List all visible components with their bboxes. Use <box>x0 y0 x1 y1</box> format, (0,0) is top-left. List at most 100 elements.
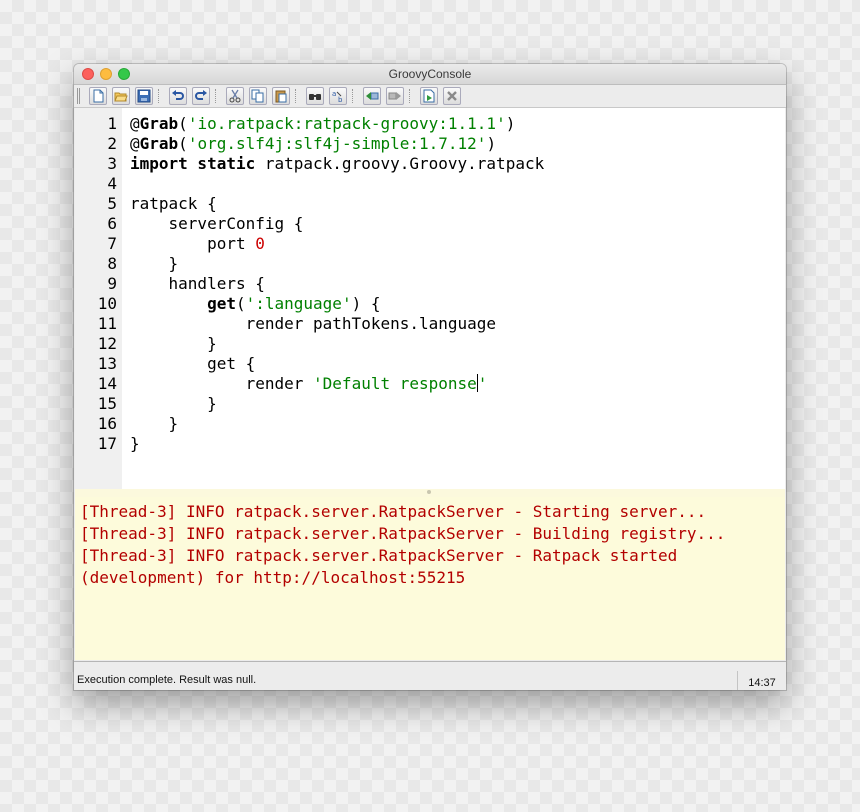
code-text[interactable]: @Grab('org.slf4j:slf4j-simple:1.7.12') <box>130 134 496 154</box>
undo-icon[interactable] <box>169 87 187 105</box>
toolbar-grip[interactable] <box>77 88 80 104</box>
output-line: [Thread-3] INFO ratpack.server.RatpackSe… <box>80 524 726 543</box>
redo-icon[interactable] <box>192 87 210 105</box>
save-file-icon[interactable] <box>135 87 153 105</box>
script-editor[interactable]: 1 @Grab('io.ratpack:ratpack-groovy:1.1.1'… <box>75 108 785 489</box>
code-text[interactable]: } <box>130 434 140 454</box>
line-number: 2 <box>107 134 117 153</box>
code-text[interactable]: render 'Default response' <box>130 374 487 394</box>
code-line: 17} <box>75 434 785 454</box>
code-line: 10 get(':language') { <box>75 294 785 314</box>
code-token: Grab <box>139 134 179 153</box>
line-number: 1 <box>107 114 117 133</box>
paste-icon[interactable] <box>272 87 290 105</box>
code-line: 4 <box>75 174 785 194</box>
splitter-handle-icon[interactable] <box>427 490 431 494</box>
open-file-icon[interactable] <box>112 87 130 105</box>
code-text[interactable]: ratpack { <box>130 194 217 214</box>
output-line: [Thread-3] INFO ratpack.server.RatpackSe… <box>80 546 678 565</box>
code-text[interactable]: } <box>130 414 179 434</box>
code-line: 16 } <box>75 414 785 434</box>
status-message: Execution complete. Result was null. <box>77 674 257 686</box>
line-number: 3 <box>107 154 117 173</box>
code-text[interactable]: serverConfig { <box>130 214 304 234</box>
find-icon[interactable] <box>306 87 324 105</box>
code-token: ( <box>178 134 188 153</box>
code-token: get { <box>130 354 256 373</box>
code-text[interactable]: handlers { <box>130 274 265 294</box>
code-line: 8 } <box>75 254 785 274</box>
code-line: 7 port 0 <box>75 234 785 254</box>
code-token: } <box>130 414 179 433</box>
history-next-icon[interactable] <box>386 87 404 105</box>
code-line: 12 } <box>75 334 785 354</box>
code-text[interactable]: } <box>130 334 217 354</box>
toolbar-separator <box>158 89 159 103</box>
toolbar-separator <box>215 89 216 103</box>
code-text[interactable]: get(':language') { <box>130 294 380 314</box>
line-number: 10 <box>97 294 117 313</box>
code-token: Grab <box>139 114 179 133</box>
toolbar-separator <box>409 89 410 103</box>
code-line: 3 import static ratpack.groovy.Groovy.rat… <box>75 154 785 174</box>
code-line: 15 } <box>75 394 785 414</box>
code-text[interactable]: port 0 <box>130 234 265 254</box>
code-line: 1 @Grab('io.ratpack:ratpack-groovy:1.1.1'… <box>75 114 785 134</box>
line-number: 6 <box>107 214 117 233</box>
code-token: } <box>130 434 140 453</box>
toolbar: ab <box>74 85 786 108</box>
line-number: 4 <box>107 174 117 193</box>
run-script-icon[interactable] <box>420 87 438 105</box>
code-token: ( <box>235 294 246 313</box>
line-number: 12 <box>97 334 117 353</box>
code-token: serverConfig { <box>130 214 304 233</box>
line-number: 5 <box>107 194 117 213</box>
code-text[interactable]: get { <box>130 354 255 374</box>
code-text[interactable]: } <box>130 394 217 414</box>
line-number: 15 <box>97 394 117 413</box>
code-token: @ <box>130 134 140 153</box>
code-token: ' <box>477 374 488 393</box>
line-number: 11 <box>97 314 117 333</box>
code-token: } <box>130 254 179 273</box>
replace-icon[interactable]: ab <box>329 87 347 105</box>
history-prev-icon[interactable] <box>363 87 381 105</box>
code-token: render <box>130 374 314 393</box>
code-token: ':language' <box>245 294 352 313</box>
copy-icon[interactable] <box>249 87 267 105</box>
code-line: 9 handlers { <box>75 274 785 294</box>
code-token: } <box>130 394 217 413</box>
groovy-console-window: GroovyConsole a b 1 @Grab('io.ratpack:ra… <box>74 64 786 690</box>
code-token: ) <box>486 134 497 153</box>
code-token: } <box>130 334 217 353</box>
line-number: 14 <box>97 374 117 393</box>
caret-position: 14:37 <box>737 671 786 690</box>
output-line: [Thread-3] INFO ratpack.server.RatpackSe… <box>80 502 707 521</box>
code-text[interactable]: import static ratpack.groovy.Groovy.ratp… <box>130 154 544 174</box>
line-number: 8 <box>107 254 117 273</box>
toolbar-separator <box>352 89 353 103</box>
line-number: 7 <box>107 234 117 253</box>
cut-icon[interactable] <box>226 87 244 105</box>
code-token: handlers { <box>130 274 265 293</box>
interrupt-icon[interactable] <box>443 87 461 105</box>
window-title: GroovyConsole <box>388 67 472 81</box>
code-token: render pathTokens.language <box>130 314 497 333</box>
new-file-icon[interactable] <box>89 87 107 105</box>
code-text[interactable]: @Grab('io.ratpack:ratpack-groovy:1.1.1') <box>130 114 515 134</box>
output-pane[interactable]: [Thread-3] INFO ratpack.server.RatpackSe… <box>75 497 785 660</box>
pane-splitter[interactable] <box>75 489 785 497</box>
code-token: ratpack { <box>130 194 217 213</box>
code-token: import static <box>130 154 256 173</box>
code-token: ( <box>178 114 188 133</box>
code-text[interactable]: render pathTokens.language <box>130 314 496 334</box>
code-token: @ <box>130 114 140 133</box>
code-token: 'Default response <box>313 374 477 393</box>
code-token: port <box>130 234 256 253</box>
line-number: 16 <box>97 414 117 433</box>
code-text[interactable]: } <box>130 254 179 274</box>
code-token: ) { <box>351 294 381 313</box>
title-bar[interactable]: GroovyConsole <box>74 64 786 85</box>
code-token: ratpack.groovy.Groovy.ratpack <box>255 154 545 173</box>
